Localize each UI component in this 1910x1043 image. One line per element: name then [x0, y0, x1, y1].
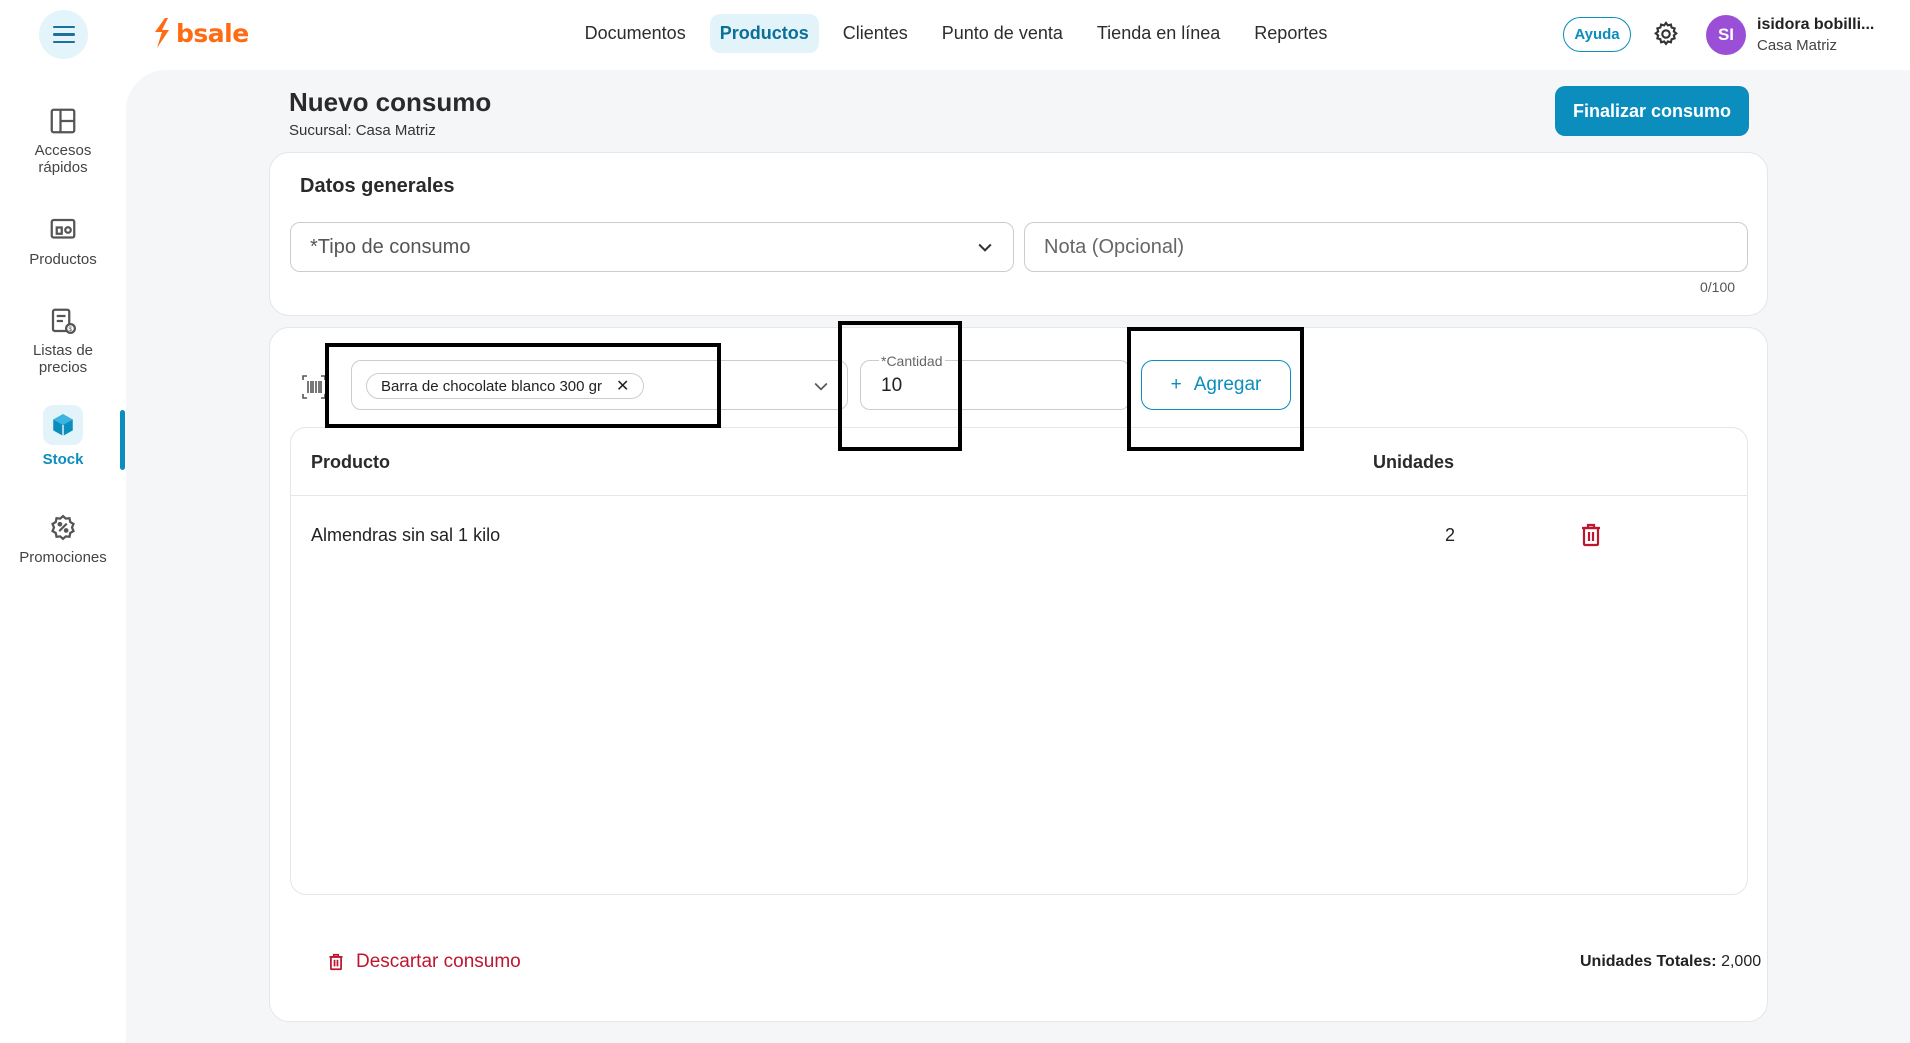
active-indicator	[120, 410, 125, 470]
consumption-type-select[interactable]: *Tipo de consumo	[290, 222, 1014, 272]
column-header-units: Unidades	[1373, 452, 1455, 472]
row-units: 2	[1445, 525, 1456, 545]
nav-documentos[interactable]: Documentos	[575, 14, 696, 53]
sidebar-item-accesos-rapidos[interactable]: Accesos rápidos	[0, 106, 126, 176]
column-header-product: Producto	[311, 452, 390, 472]
note-char-counter: 0/100	[1700, 279, 1736, 295]
barcode-icon[interactable]	[301, 374, 327, 400]
user-branch: Casa Matriz	[1757, 37, 1838, 54]
products-icon	[50, 218, 76, 239]
trash-icon[interactable]	[1580, 523, 1602, 547]
sidebar-item-label: Promociones	[19, 549, 107, 566]
nav-tienda-en-linea[interactable]: Tienda en línea	[1087, 14, 1230, 53]
products-card: Barra de chocolate blanco 300 gr ✕ *Cant…	[269, 327, 1768, 1022]
quantity-label: *Cantidad	[879, 353, 945, 369]
sidebar-item-productos[interactable]: Productos	[0, 215, 126, 268]
main-content: Nuevo consumo Sucursal: Casa Matriz Fina…	[126, 70, 1910, 1043]
price-list-icon: $	[51, 308, 76, 334]
nav-reportes[interactable]: Reportes	[1244, 14, 1337, 53]
user-name[interactable]: isidora bobilli...	[1757, 16, 1874, 34]
quantity-input[interactable]: *Cantidad 10	[860, 353, 1130, 410]
stock-icon-wrap	[43, 405, 83, 445]
add-button-label: Agregar	[1193, 374, 1262, 395]
help-button[interactable]: Ayuda	[1563, 17, 1631, 52]
sidebar-item-label: Listas de precios	[32, 342, 94, 376]
page-title: Nuevo consumo	[289, 87, 492, 117]
discard-button[interactable]: Descartar consumo	[328, 951, 521, 973]
top-bar: bsale Documentos Productos Clientes Punt…	[0, 0, 1910, 70]
table-row: Almendras sin sal 1 kilo 2	[291, 497, 1747, 569]
hamburger-icon	[52, 23, 75, 46]
close-icon[interactable]: ✕	[616, 376, 629, 396]
trash-icon	[329, 953, 343, 971]
avatar[interactable]: SI	[1706, 15, 1746, 55]
total-units-label: Unidades Totales:	[1580, 953, 1717, 970]
gear-icon[interactable]	[1652, 20, 1680, 48]
discount-icon	[51, 514, 75, 541]
svg-text:$: $	[69, 326, 73, 333]
cube-icon	[53, 414, 73, 436]
plus-icon: +	[1170, 374, 1182, 395]
menu-button[interactable]	[39, 10, 88, 59]
product-select[interactable]: Barra de chocolate blanco 300 gr ✕	[351, 360, 848, 410]
sidebar-item-label: Productos	[29, 251, 97, 268]
brand-name: bsale	[176, 18, 249, 48]
quantity-value: 10	[881, 375, 903, 396]
sidebar-item-listas-de-precios[interactable]: $ Listas de precios	[0, 306, 126, 376]
sidebar-item-promociones[interactable]: Promociones	[0, 513, 126, 566]
consumption-type-placeholder: *Tipo de consumo	[310, 235, 471, 258]
row-product: Almendras sin sal 1 kilo	[311, 525, 501, 545]
sidebar-item-label: Accesos rápidos	[34, 142, 92, 176]
sidebar-item-stock[interactable]: Stock	[0, 405, 126, 468]
sidebar-item-label: Stock	[42, 451, 84, 468]
add-button[interactable]: + Agregar	[1141, 360, 1291, 410]
selected-product-label: Barra de chocolate blanco 300 gr	[381, 377, 602, 395]
note-input[interactable]: Nota (Opcional)	[1024, 222, 1748, 272]
total-units: Unidades Totales: 2,000	[1580, 953, 1761, 971]
products-table: Producto Unidades Almendras sin sal 1 ki…	[290, 427, 1748, 895]
total-units-value: 2,000	[1721, 953, 1762, 970]
finalize-button[interactable]: Finalizar consumo	[1555, 86, 1749, 136]
general-data-card: Datos generales *Tipo de consumo Nota (O…	[269, 152, 1768, 316]
chevron-down-icon	[978, 243, 992, 252]
bolt-icon	[155, 18, 169, 48]
brand-logo[interactable]: bsale	[152, 18, 249, 48]
table-header: Producto Unidades	[291, 428, 1747, 496]
nav-productos[interactable]: Productos	[709, 14, 819, 53]
nav-punto-de-venta[interactable]: Punto de venta	[932, 14, 1073, 53]
note-placeholder: Nota (Opcional)	[1044, 235, 1185, 258]
layout-icon	[50, 108, 76, 134]
sidebar: Accesos rápidos Productos $ Listas de pr…	[0, 70, 126, 1043]
nav-clientes[interactable]: Clientes	[833, 14, 918, 53]
general-data-title: Datos generales	[300, 175, 455, 197]
page-subtitle: Sucursal: Casa Matriz	[289, 122, 436, 139]
discard-label: Descartar consumo	[356, 951, 521, 972]
selected-product-chip: Barra de chocolate blanco 300 gr ✕	[366, 373, 645, 399]
chevron-down-icon	[814, 382, 828, 391]
